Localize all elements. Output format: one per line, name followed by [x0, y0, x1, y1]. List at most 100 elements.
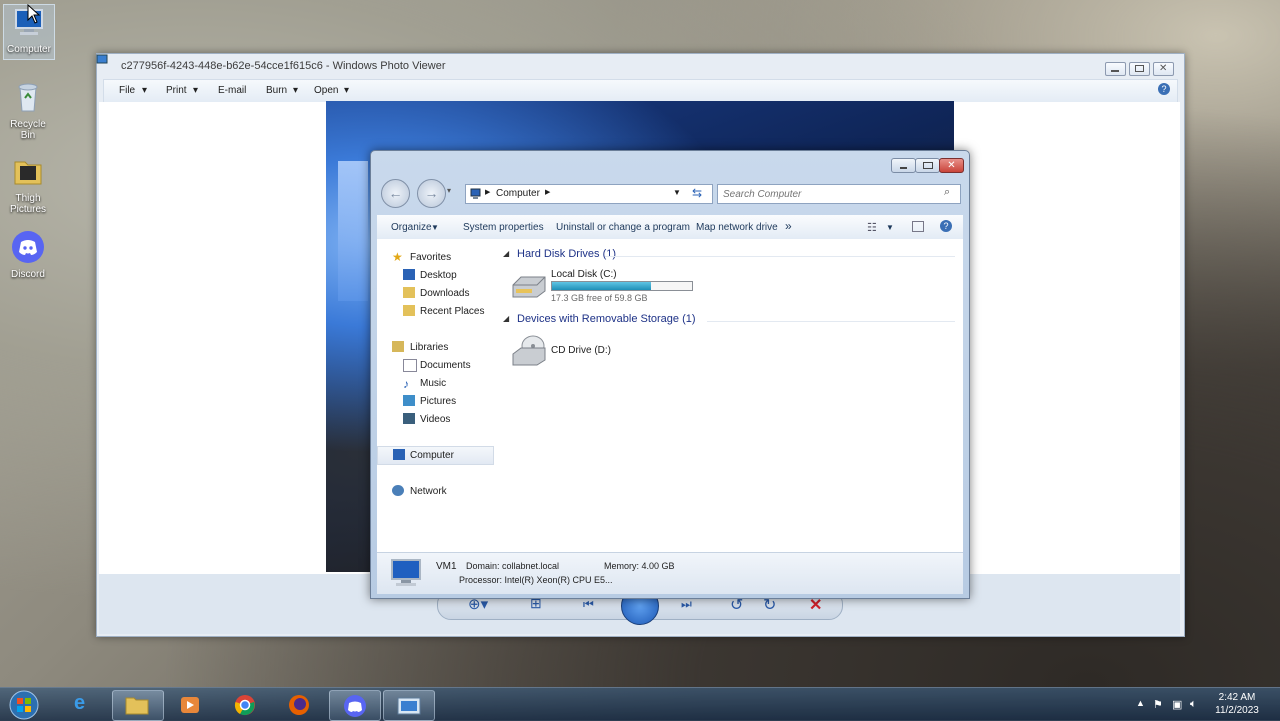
- nav-recent-places[interactable]: Recent Places: [377, 303, 501, 320]
- clock[interactable]: 2:42 AM 11/2/2023: [1204, 691, 1270, 717]
- drive-cd[interactable]: CD Drive (D:): [509, 334, 639, 370]
- breadcrumb-computer[interactable]: Computer: [496, 188, 540, 199]
- nav-libraries[interactable]: Libraries: [377, 339, 501, 356]
- desktop-icon-label: Computer: [7, 44, 51, 55]
- breadcrumb-chevron-icon[interactable]: ▶: [545, 188, 550, 196]
- computer-icon: [393, 449, 405, 460]
- chevron-down-icon[interactable]: ▾: [293, 85, 298, 96]
- previous-icon[interactable]: ⏮: [583, 597, 594, 612]
- taskbar-firefox[interactable]: [274, 690, 324, 719]
- nav-music[interactable]: ♪ Music: [377, 375, 501, 392]
- desktop-icon-label: Discord: [11, 269, 45, 280]
- maximize-button[interactable]: [915, 158, 940, 173]
- close-button[interactable]: ✕: [939, 158, 964, 173]
- folder-icon: [125, 697, 149, 715]
- nav-computer[interactable]: Computer: [377, 446, 494, 465]
- computer-name: VM1: [436, 561, 457, 572]
- volume-icon[interactable]: 🔈︎: [1190, 698, 1197, 711]
- taskbar: e ▲ ⚑ ▣ 🔈︎ 2:42 AM 11/2/2023: [0, 687, 1280, 721]
- nav-label: Documents: [420, 360, 471, 371]
- search-input[interactable]: [721, 186, 935, 202]
- nav-label: Downloads: [420, 288, 470, 299]
- menu-file[interactable]: File: [119, 85, 135, 96]
- chevron-down-icon[interactable]: ▼: [886, 223, 894, 232]
- menu-print[interactable]: Print: [166, 85, 187, 96]
- explorer-navbar: ← → ▾ ▶ Computer ▶ ▼ ⇆ ⌕: [379, 177, 961, 208]
- system-properties-button[interactable]: System properties: [463, 222, 544, 233]
- nav-label: Recent Places: [420, 306, 485, 317]
- help-icon[interactable]: ?: [940, 220, 952, 232]
- taskbar-chrome[interactable]: [220, 690, 270, 719]
- photo-viewer-menubar: File ▾ Print ▾ E-mail Burn ▾ Open ▾ ?: [103, 79, 1178, 103]
- menu-open[interactable]: Open: [314, 85, 338, 96]
- videos-icon: [403, 413, 415, 424]
- nav-label: Network: [410, 486, 447, 497]
- refresh-icon[interactable]: ⇆: [692, 186, 702, 200]
- start-button[interactable]: [4, 690, 48, 720]
- search-icon[interactable]: ⌕: [944, 186, 950, 199]
- collapse-triangle-icon[interactable]: ◢: [503, 249, 509, 258]
- taskbar-internet-explorer[interactable]: e: [60, 690, 110, 719]
- computer-icon: [391, 559, 421, 586]
- nav-favorites[interactable]: ★ Favorites: [377, 249, 501, 266]
- nav-desktop[interactable]: Desktop: [377, 267, 501, 284]
- map-network-drive-button[interactable]: Map network drive: [696, 222, 778, 233]
- forward-button[interactable]: →: [417, 179, 446, 208]
- nav-documents[interactable]: Documents: [377, 357, 501, 374]
- organize-button[interactable]: Organize: [391, 222, 432, 233]
- breadcrumb-chevron-icon[interactable]: ▶: [485, 188, 490, 196]
- maximize-button[interactable]: [1129, 62, 1150, 76]
- network-status-icon[interactable]: ▣: [1172, 698, 1182, 711]
- internet-explorer-icon: e: [74, 692, 86, 714]
- group-title: Devices with Removable Storage (1): [517, 313, 696, 325]
- processor-info: Processor: Intel(R) Xeon(R) CPU E5...: [459, 575, 613, 585]
- desktop-icon-discord[interactable]: Discord: [3, 230, 53, 280]
- desktop-icon-label-line2: Pictures: [9, 204, 47, 215]
- minimize-button[interactable]: [1105, 62, 1126, 76]
- search-box[interactable]: ⌕: [717, 184, 961, 204]
- nav-videos[interactable]: Videos: [377, 411, 501, 428]
- photo-viewer-icon: [397, 697, 421, 715]
- chrome-icon: [234, 695, 255, 716]
- more-commands-button[interactable]: »: [785, 219, 792, 233]
- menu-email[interactable]: E-mail: [218, 85, 246, 96]
- back-button[interactable]: ←: [381, 179, 410, 208]
- nav-label: Pictures: [420, 396, 457, 407]
- chevron-down-icon[interactable]: ▾: [344, 85, 349, 96]
- nav-network[interactable]: Network: [377, 483, 501, 500]
- chevron-down-icon[interactable]: ▼: [431, 223, 439, 232]
- explorer-window[interactable]: ✕ ← → ▾ ▶ Computer ▶ ▼ ⇆ ⌕ Organize ▼ Sy…: [370, 150, 970, 599]
- preview-pane-icon[interactable]: [912, 221, 924, 232]
- chevron-down-icon[interactable]: ▾: [142, 85, 147, 96]
- minimize-button[interactable]: [891, 158, 916, 173]
- uninstall-program-button[interactable]: Uninstall or change a program: [556, 222, 690, 233]
- group-divider: [707, 321, 955, 322]
- nav-downloads[interactable]: Downloads: [377, 285, 501, 302]
- disk-usage-bar: [551, 281, 693, 291]
- taskbar-discord[interactable]: [329, 690, 381, 721]
- discord-icon: [344, 695, 366, 717]
- drive-local-disk[interactable]: Local Disk (C:) 17.3 GB free of 59.8 GB: [509, 269, 699, 311]
- drive-name: Local Disk (C:): [551, 269, 617, 280]
- address-dropdown-icon[interactable]: ▼: [673, 188, 681, 197]
- close-button[interactable]: ✕: [1153, 62, 1174, 76]
- chevron-down-icon[interactable]: ▾: [193, 85, 198, 96]
- desktop-icon: [403, 269, 415, 280]
- address-bar[interactable]: ▶ Computer ▶ ▼ ⇆: [465, 184, 713, 204]
- taskbar-windows-explorer[interactable]: [112, 690, 164, 721]
- desktop-icon-thigh-pictures[interactable]: Thigh Pictures: [3, 154, 53, 215]
- taskbar-media-player[interactable]: [165, 690, 215, 719]
- action-center-icon[interactable]: ⚑: [1153, 698, 1163, 711]
- next-icon[interactable]: ⏭: [681, 597, 692, 612]
- nav-pictures[interactable]: Pictures: [377, 393, 501, 410]
- collapse-triangle-icon[interactable]: ◢: [503, 314, 509, 323]
- show-hidden-icons-icon[interactable]: ▲: [1136, 698, 1145, 708]
- cd-drive-icon: [512, 335, 546, 366]
- help-icon[interactable]: ?: [1158, 83, 1170, 95]
- recent-pages-icon[interactable]: ▾: [447, 186, 451, 195]
- menu-burn[interactable]: Burn: [266, 85, 287, 96]
- media-player-icon: [181, 697, 199, 713]
- taskbar-photo-viewer[interactable]: [383, 690, 435, 721]
- change-view-icon[interactable]: ☷: [867, 221, 877, 234]
- desktop-icon-recycle-bin[interactable]: Recycle Bin: [3, 80, 53, 141]
